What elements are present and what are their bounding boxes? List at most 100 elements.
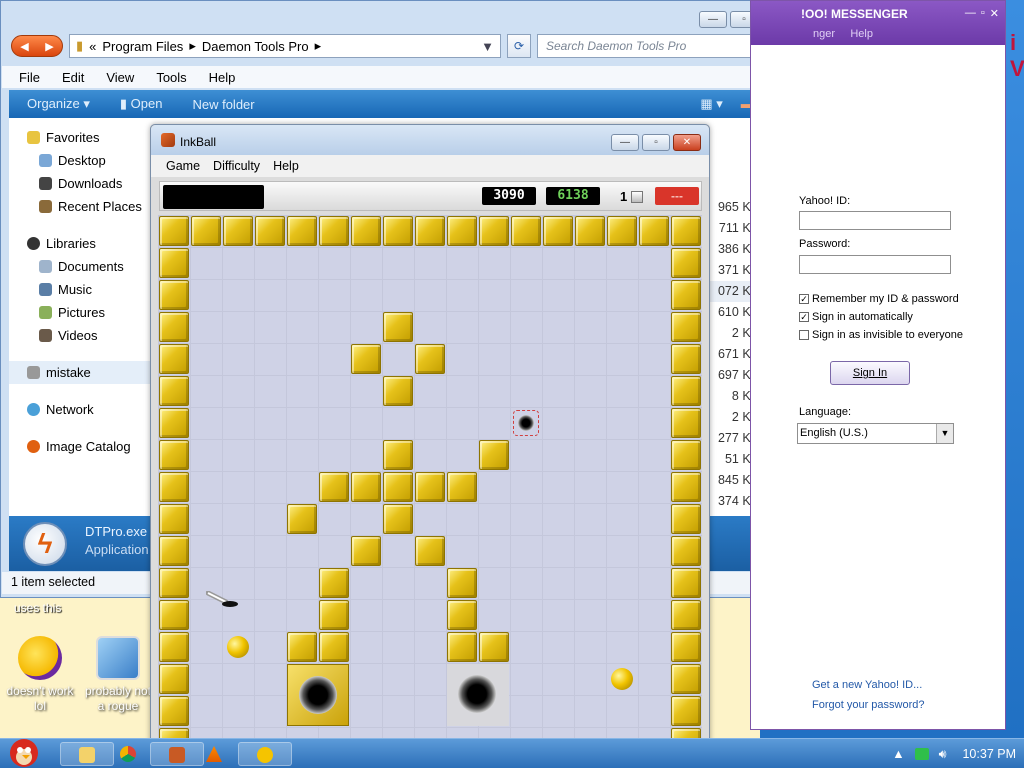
show-hidden-icons-icon[interactable]: ▲ bbox=[892, 747, 904, 761]
desktop-icon-label: doesn't work lol bbox=[6, 684, 74, 713]
wall-tile bbox=[383, 504, 413, 534]
forward-arrow-icon[interactable]: ▶ bbox=[45, 40, 53, 53]
volume-icon[interactable]: 🔊︎ bbox=[939, 747, 947, 762]
wall-tile bbox=[671, 568, 701, 598]
wall-tile bbox=[671, 440, 701, 470]
refresh-button[interactable]: ⟳ bbox=[507, 34, 531, 58]
nav-documents[interactable]: Documents bbox=[9, 255, 153, 278]
checkbox-unchecked[interactable] bbox=[799, 330, 809, 340]
wall-tile bbox=[159, 504, 189, 534]
yahoo-ad-fragment: iV bbox=[1010, 30, 1024, 81]
game-board[interactable] bbox=[158, 215, 702, 743]
wallpaper-text: uses this bbox=[14, 601, 62, 615]
wall-tile bbox=[671, 280, 701, 310]
desktop-icon-computer-settings[interactable]: probably not a rogue bbox=[80, 636, 156, 714]
wall-tile bbox=[159, 632, 189, 662]
new-folder-button[interactable]: New folder bbox=[192, 97, 254, 112]
breadcrumb-daemon-tools[interactable]: Daemon Tools Pro bbox=[202, 39, 309, 54]
taskbar: ▲ 🔊︎ 10:37 PM bbox=[0, 738, 1024, 768]
maximize-button[interactable]: ▫ bbox=[642, 134, 670, 151]
start-button-angry-bird-icon[interactable] bbox=[0, 733, 50, 768]
yahoo-menu-messenger[interactable]: nger bbox=[813, 28, 835, 40]
desktop-icon-label: probably not a rogue bbox=[84, 684, 152, 713]
checkbox-checked[interactable]: ✓ bbox=[799, 294, 809, 304]
invisible-checkbox[interactable]: Sign in as invisible to everyone bbox=[799, 329, 963, 341]
nav-downloads[interactable]: Downloads bbox=[9, 172, 153, 195]
desktop-icon-yahoo[interactable]: doesn't work lol bbox=[2, 636, 78, 714]
auto-signin-checkbox[interactable]: ✓ Sign in automatically bbox=[799, 311, 913, 323]
nav-favorites[interactable]: Favorites bbox=[9, 126, 153, 149]
nav-image-catalog[interactable]: Image Catalog bbox=[9, 435, 153, 458]
minimize-button[interactable]: — bbox=[699, 11, 727, 28]
open-button[interactable]: ▮ Open bbox=[120, 96, 163, 112]
nav-pictures[interactable]: Pictures bbox=[9, 301, 153, 324]
wall-tile bbox=[287, 632, 317, 662]
close-button[interactable]: ✕ bbox=[673, 134, 701, 151]
menu-help[interactable]: Help bbox=[273, 159, 299, 173]
yahoo-menu-help[interactable]: Help bbox=[850, 28, 873, 40]
wall-tile bbox=[159, 600, 189, 630]
wall-tile bbox=[671, 408, 701, 438]
sign-in-button[interactable]: Sign In bbox=[830, 361, 910, 385]
breadcrumb-separator-icon[interactable]: ▸ bbox=[315, 38, 322, 54]
close-icon[interactable]: ✕ bbox=[990, 7, 999, 20]
wall-tile bbox=[159, 280, 189, 310]
menu-file[interactable]: File bbox=[19, 70, 40, 85]
breadcrumb-program-files[interactable]: Program Files bbox=[102, 39, 183, 54]
menu-help[interactable]: Help bbox=[209, 70, 236, 85]
nav-network[interactable]: Network bbox=[9, 398, 153, 421]
view-options-icon[interactable]: ▦ ▾ bbox=[700, 96, 722, 112]
language-select[interactable]: English (U.S.) ▼ bbox=[797, 423, 954, 444]
nav-mistake[interactable]: mistake bbox=[9, 361, 153, 384]
nav-music[interactable]: Music bbox=[9, 278, 153, 301]
language-label: Language: bbox=[799, 406, 851, 418]
chevron-down-icon[interactable]: ▼ bbox=[936, 424, 953, 443]
nav-desktop[interactable]: Desktop bbox=[9, 149, 153, 172]
wall-tile bbox=[159, 248, 189, 278]
yahoo-id-field[interactable] bbox=[799, 211, 951, 230]
taskbar-chrome[interactable] bbox=[114, 742, 142, 766]
search-input[interactable]: Search Daemon Tools Pro ⌕ bbox=[537, 34, 777, 58]
password-field[interactable] bbox=[799, 255, 951, 274]
get-new-id-link[interactable]: Get a new Yahoo! ID... bbox=[812, 679, 922, 691]
forgot-password-link[interactable]: Forgot your password? bbox=[812, 699, 925, 711]
minimize-button[interactable]: — bbox=[611, 134, 639, 151]
star-icon bbox=[27, 131, 40, 144]
inkball-app-icon bbox=[161, 133, 175, 147]
taskbar-explorer[interactable] bbox=[60, 742, 114, 766]
address-bar[interactable]: ▮ « Program Files ▸ Daemon Tools Pro ▸ ▼ bbox=[69, 34, 501, 58]
network-status-icon[interactable] bbox=[914, 748, 929, 760]
pictures-icon bbox=[39, 306, 52, 319]
wall-tile bbox=[671, 472, 701, 502]
menu-difficulty[interactable]: Difficulty bbox=[213, 159, 260, 173]
wall-tile bbox=[159, 440, 189, 470]
wall-tile bbox=[383, 312, 413, 342]
menu-tools[interactable]: Tools bbox=[156, 70, 186, 85]
nav-recent-places[interactable]: Recent Places bbox=[9, 195, 153, 218]
clock[interactable]: 10:37 PM bbox=[962, 747, 1016, 761]
back-forward-buttons[interactable]: ◀ ▶ bbox=[11, 35, 63, 57]
checkbox-checked[interactable]: ✓ bbox=[799, 312, 809, 322]
videos-icon bbox=[39, 329, 52, 342]
address-dropdown-icon[interactable]: ▼ bbox=[481, 39, 494, 54]
inkball-window: InkBall — ▫ ✕ Game Difficulty Help 3090 … bbox=[150, 124, 710, 744]
selected-file-name: DTPro.exe bbox=[85, 524, 148, 539]
restore-icon[interactable]: ▫ bbox=[981, 7, 985, 20]
inkball-icon bbox=[169, 747, 185, 763]
organize-button[interactable]: Organize ▾ bbox=[27, 96, 90, 112]
remember-checkbox[interactable]: ✓ Remember my ID & password bbox=[799, 293, 959, 305]
wall-tile bbox=[415, 344, 445, 374]
wall-tile bbox=[671, 376, 701, 406]
taskbar-yahoo-messenger[interactable] bbox=[238, 742, 292, 766]
breadcrumb-separator-icon[interactable]: ▸ bbox=[189, 38, 196, 54]
minimize-icon[interactable]: — bbox=[965, 7, 976, 20]
menu-edit[interactable]: Edit bbox=[62, 70, 84, 85]
nav-libraries[interactable]: Libraries bbox=[9, 232, 153, 255]
taskbar-vlc[interactable] bbox=[196, 742, 232, 766]
wall-tile bbox=[671, 632, 701, 662]
nav-videos[interactable]: Videos bbox=[9, 324, 153, 347]
wall-tile bbox=[415, 472, 445, 502]
back-arrow-icon[interactable]: ◀ bbox=[20, 40, 28, 53]
menu-view[interactable]: View bbox=[106, 70, 134, 85]
menu-game[interactable]: Game bbox=[166, 159, 200, 173]
